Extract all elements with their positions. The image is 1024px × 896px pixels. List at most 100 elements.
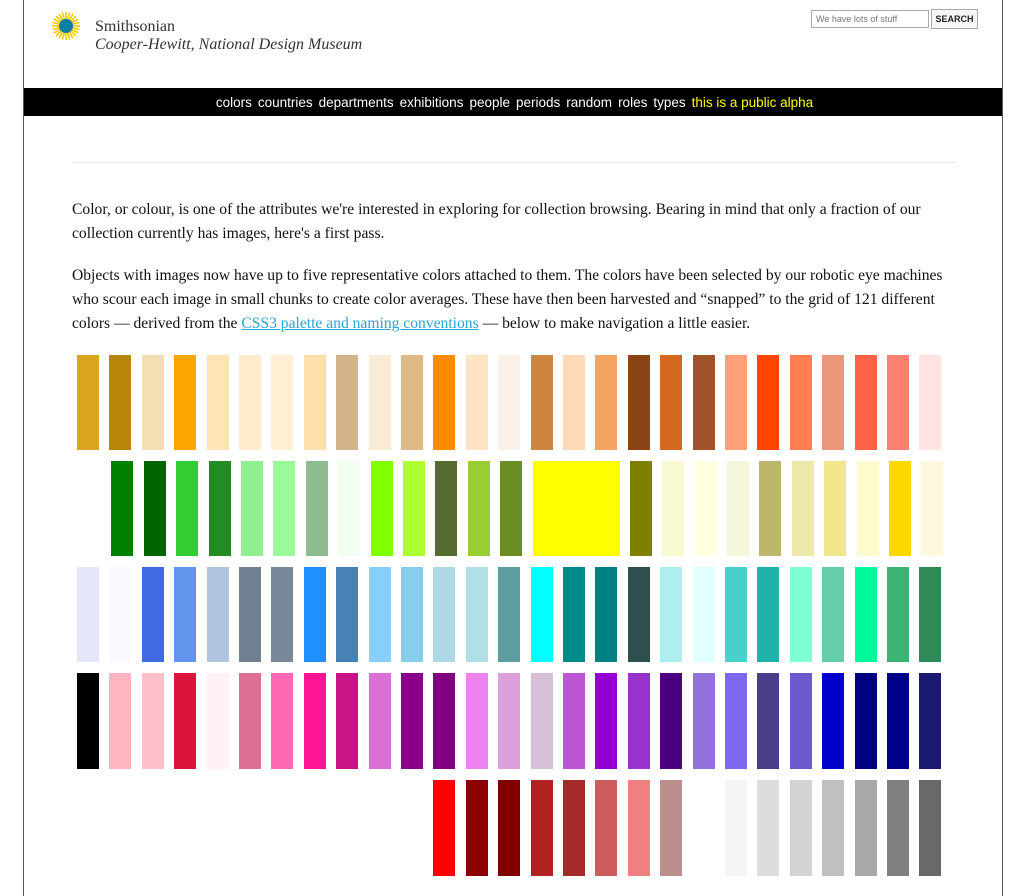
color-swatch[interactable] [887,673,909,769]
color-swatch[interactable] [757,780,780,876]
nav-exhibitions[interactable]: exhibitions [400,95,464,110]
color-swatch[interactable] [725,673,747,769]
css3-palette-link[interactable]: CSS3 palette and naming conventions [241,315,478,332]
color-swatch[interactable] [174,673,197,769]
color-swatch[interactable] [141,567,164,662]
color-swatch[interactable] [919,567,942,662]
color-swatch[interactable] [143,461,166,556]
color-swatch[interactable] [725,567,747,662]
color-swatch[interactable] [208,461,231,556]
color-swatch[interactable] [465,673,488,769]
color-swatch[interactable] [919,780,942,876]
color-swatch[interactable] [563,673,585,769]
nav-types[interactable]: types [653,95,685,110]
nav-random[interactable]: random [566,95,612,110]
color-swatch[interactable] [368,567,391,662]
color-swatch[interactable] [174,567,197,662]
color-swatch[interactable] [401,355,423,450]
color-swatch[interactable] [271,355,294,450]
color-swatch[interactable] [532,461,620,556]
color-swatch[interactable] [692,780,715,876]
color-swatch[interactable] [629,461,652,556]
color-swatch[interactable] [498,355,521,450]
color-swatch[interactable] [757,567,780,662]
color-swatch[interactable] [336,673,359,769]
color-swatch[interactable] [627,673,650,769]
color-swatch[interactable] [174,355,197,450]
color-swatch[interactable] [368,673,391,769]
color-swatch[interactable] [660,780,683,876]
nav-periods[interactable]: periods [516,95,560,110]
color-swatch[interactable] [854,780,877,876]
nav-departments[interactable]: departments [319,95,394,110]
color-swatch[interactable] [530,673,553,769]
color-swatch[interactable] [757,355,780,450]
color-swatch[interactable] [725,780,747,876]
color-swatch[interactable] [822,567,845,662]
color-swatch[interactable] [465,567,488,662]
color-swatch[interactable] [111,461,134,556]
color-swatch[interactable] [694,461,717,556]
color-swatch[interactable] [595,567,618,662]
color-swatch[interactable] [271,567,294,662]
color-swatch[interactable] [77,355,99,450]
color-swatch[interactable] [822,673,845,769]
color-swatch[interactable] [595,780,618,876]
color-swatch[interactable] [435,461,458,556]
color-swatch[interactable] [856,461,879,556]
search-input[interactable] [811,10,929,28]
nav-countries[interactable]: countries [258,95,313,110]
color-swatch[interactable] [338,461,361,556]
color-swatch[interactable] [595,673,618,769]
color-swatch[interactable] [530,780,553,876]
color-swatch[interactable] [498,673,521,769]
color-swatch[interactable] [109,355,132,450]
color-swatch[interactable] [109,567,132,662]
color-swatch[interactable] [206,673,229,769]
search-button[interactable]: SEARCH [931,9,978,29]
color-swatch[interactable] [303,567,326,662]
color-swatch[interactable] [887,780,909,876]
color-swatch[interactable] [692,673,715,769]
brand-subtitle[interactable]: Cooper-Hewitt, National Design Museum [95,36,362,54]
color-swatch[interactable] [141,355,164,450]
color-swatch[interactable] [563,355,585,450]
color-swatch[interactable] [563,780,585,876]
color-swatch[interactable] [336,355,359,450]
color-swatch[interactable] [789,567,812,662]
color-swatch[interactable] [303,673,326,769]
color-swatch[interactable] [660,355,683,450]
nav-roles[interactable]: roles [618,95,647,110]
color-swatch[interactable] [241,461,263,556]
color-swatch[interactable] [919,355,942,450]
color-swatch[interactable] [303,355,326,450]
color-swatch[interactable] [401,567,423,662]
color-swatch[interactable] [662,461,685,556]
color-swatch[interactable] [854,673,877,769]
color-swatch[interactable] [822,780,845,876]
color-swatch[interactable] [854,355,877,450]
color-swatch[interactable] [433,355,456,450]
color-swatch[interactable] [498,780,521,876]
color-swatch[interactable] [822,355,845,450]
color-swatch[interactable] [727,461,749,556]
color-swatch[interactable] [725,355,747,450]
color-swatch[interactable] [759,461,782,556]
color-swatch[interactable] [239,567,261,662]
color-swatch[interactable] [401,673,423,769]
color-swatch[interactable] [433,673,456,769]
color-swatch[interactable] [595,355,618,450]
brand-name[interactable]: Smithsonian [95,18,175,36]
color-swatch[interactable] [660,673,683,769]
color-swatch[interactable] [498,567,521,662]
color-swatch[interactable] [660,567,683,662]
color-swatch[interactable] [433,780,456,876]
color-swatch[interactable] [789,355,812,450]
smithsonian-sunburst-icon[interactable] [51,11,81,41]
color-swatch[interactable] [854,567,877,662]
color-swatch[interactable] [403,461,425,556]
color-swatch[interactable] [824,461,847,556]
color-swatch[interactable] [336,567,359,662]
color-swatch[interactable] [109,673,132,769]
color-swatch[interactable] [239,673,261,769]
